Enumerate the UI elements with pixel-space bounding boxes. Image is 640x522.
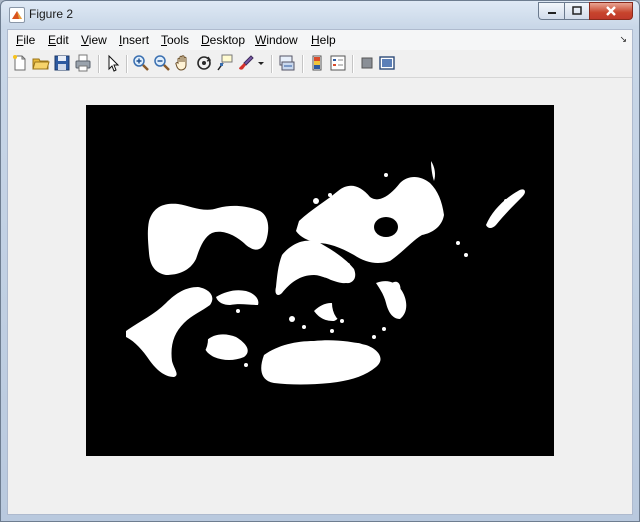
title-bar[interactable]: Figure 2 <box>1 1 639 29</box>
menu-window[interactable]: Window <box>255 33 298 47</box>
dock-figure-icon[interactable]: ↘ <box>619 34 627 45</box>
caption-buttons <box>538 2 633 21</box>
menu-edit[interactable]: Edit <box>48 33 69 47</box>
binary-mask-image[interactable] <box>86 105 554 456</box>
print-icon[interactable] <box>74 54 92 72</box>
legend-icon[interactable] <box>329 54 347 72</box>
toolbar-separator <box>271 55 273 73</box>
close-icon <box>606 6 616 16</box>
rotate-3d-icon[interactable] <box>195 54 213 72</box>
new-figure-icon[interactable] <box>11 54 29 72</box>
maximize-button[interactable] <box>564 2 589 20</box>
data-cursor-icon[interactable] <box>216 54 234 72</box>
menu-help[interactable]: Help <box>311 33 336 47</box>
figure-window: Figure 2 File Edit View Insert Tools Des… <box>0 0 640 522</box>
zoom-out-icon[interactable] <box>153 54 171 72</box>
minimize-icon <box>547 12 556 14</box>
matlab-logo-icon[interactable] <box>9 7 25 23</box>
toolbar-separator <box>352 55 354 73</box>
menu-tools[interactable]: Tools <box>161 33 189 47</box>
menu-bar: File Edit View Insert Tools Desktop Wind… <box>8 30 632 50</box>
edit-plot-arrow-icon[interactable] <box>104 54 122 72</box>
menu-insert[interactable]: Insert <box>119 33 149 47</box>
colorbar-icon[interactable] <box>308 54 326 72</box>
window-title: Figure 2 <box>29 7 74 21</box>
close-button[interactable] <box>589 2 633 20</box>
brush-dropdown-icon[interactable] <box>257 54 266 72</box>
pan-hand-icon[interactable] <box>174 54 192 72</box>
menu-view[interactable]: View <box>81 33 107 47</box>
zoom-in-icon[interactable] <box>132 54 150 72</box>
show-plot-tools-icon[interactable] <box>378 54 396 72</box>
maximize-icon <box>572 6 582 15</box>
toolbar-separator <box>98 55 100 73</box>
figure-canvas[interactable] <box>8 78 632 514</box>
link-plot-icon[interactable] <box>278 54 296 72</box>
toolbar-separator <box>302 55 304 73</box>
figure-toolbar <box>8 51 632 78</box>
toolbar-separator <box>126 55 128 73</box>
save-icon[interactable] <box>53 54 71 72</box>
minimize-button[interactable] <box>538 2 564 20</box>
hide-plot-tools-icon[interactable] <box>358 54 376 72</box>
mask-white-regions <box>126 161 525 385</box>
open-file-icon[interactable] <box>32 54 50 72</box>
brush-icon[interactable] <box>237 54 255 72</box>
menu-desktop[interactable]: Desktop <box>201 33 245 47</box>
figure-client-area: File Edit View Insert Tools Desktop Wind… <box>7 29 633 515</box>
menu-file[interactable]: File <box>16 33 35 47</box>
